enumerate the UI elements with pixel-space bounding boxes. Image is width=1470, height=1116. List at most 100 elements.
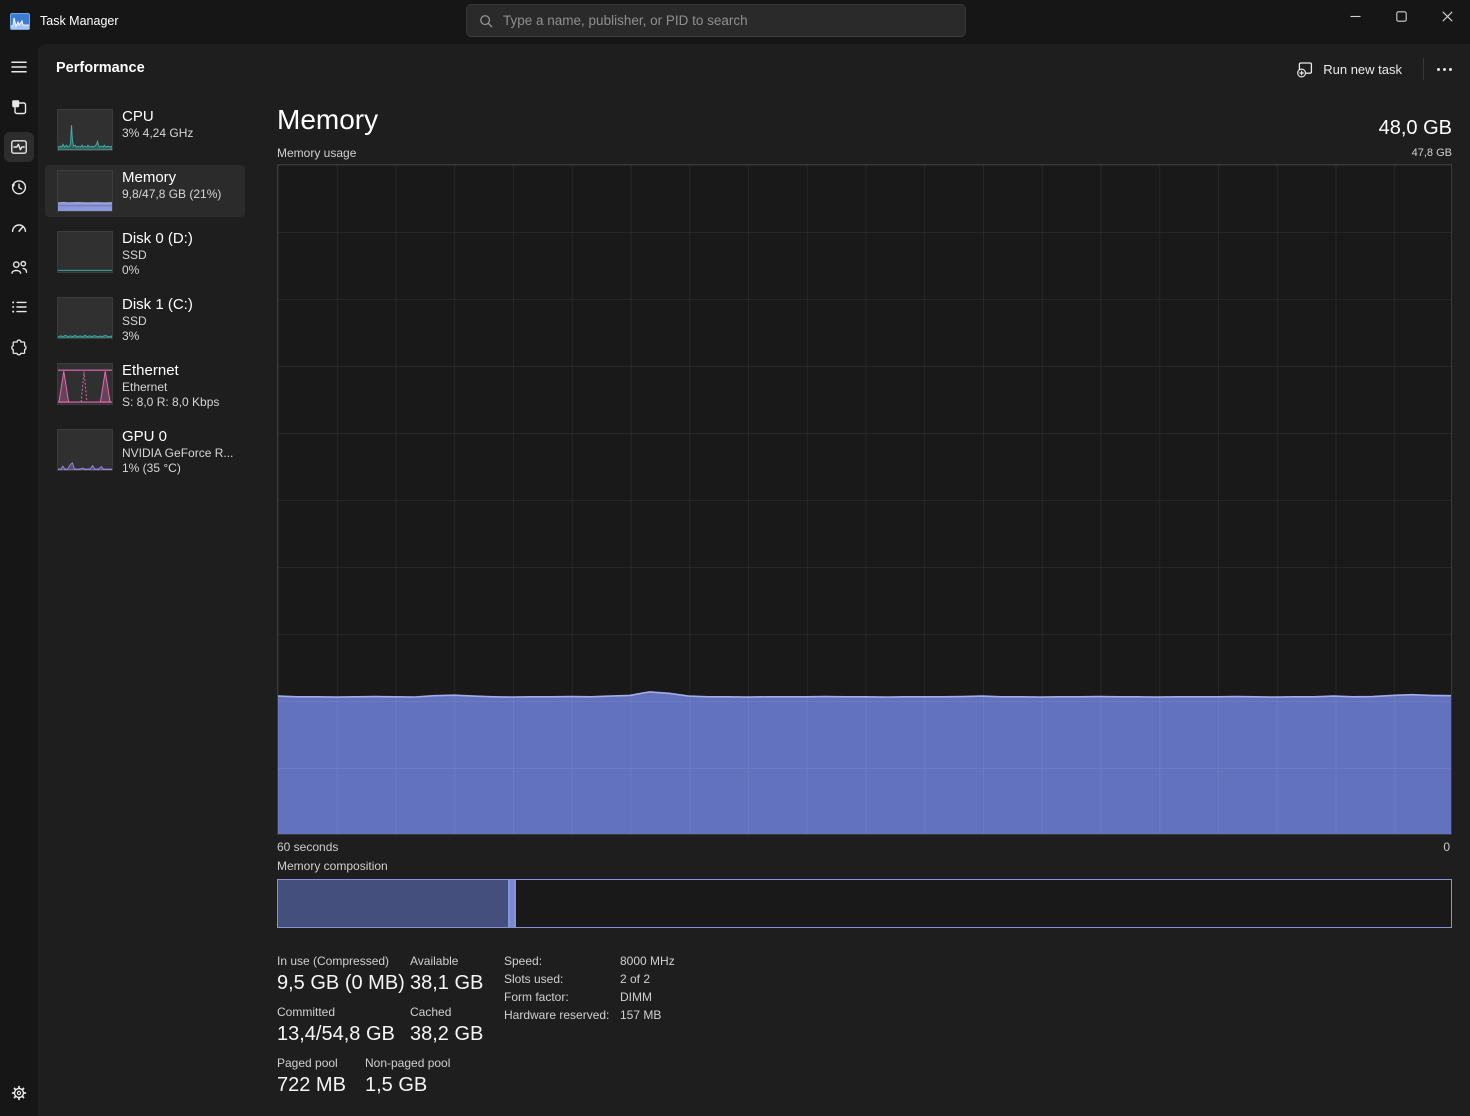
- minimize-icon: [1350, 11, 1361, 22]
- sidebar-item-cpu[interactable]: CPU 3% 4,24 GHz: [45, 104, 245, 160]
- panel-title: Memory: [277, 104, 378, 136]
- search-box[interactable]: [466, 4, 966, 37]
- slots-used-label: Slots used:: [504, 972, 563, 986]
- nav-users[interactable]: [4, 252, 34, 282]
- settings-button[interactable]: [4, 1078, 34, 1108]
- cpu-mini-graph: [57, 109, 113, 151]
- run-new-task-label: Run new task: [1323, 62, 1402, 77]
- search-input[interactable]: [503, 13, 953, 28]
- nav-performance[interactable]: [4, 132, 34, 162]
- close-icon: [1442, 11, 1453, 22]
- composition-segment-in-use[interactable]: [278, 880, 510, 927]
- run-new-task-button[interactable]: Run new task: [1286, 54, 1412, 84]
- startup-apps-icon: [9, 217, 29, 237]
- memory-composition-bar[interactable]: [277, 879, 1452, 928]
- available-value: 38,1 GB: [410, 972, 483, 995]
- sidebar-item-stat: 0%: [122, 263, 193, 278]
- cached-value: 38,2 GB: [410, 1023, 483, 1046]
- processes-icon: [9, 97, 29, 117]
- nav-details[interactable]: [4, 292, 34, 322]
- services-icon: [9, 337, 29, 357]
- in-use-value: 9,5 GB (0 MB): [277, 972, 405, 995]
- close-button[interactable]: [1424, 0, 1470, 32]
- slots-used-value: 2 of 2: [620, 972, 650, 986]
- nav-startup-apps[interactable]: [4, 212, 34, 242]
- nav-app-history[interactable]: [4, 172, 34, 202]
- sidebar-item-title: Disk 0 (D:): [122, 229, 193, 248]
- memory-mini-graph: [57, 170, 113, 212]
- sidebar-item-stat: 3% 4,24 GHz: [122, 126, 193, 141]
- paged-pool-value: 722 MB: [277, 1074, 346, 1097]
- sidebar-item-stat: 1% (35 °C): [122, 461, 233, 476]
- task-manager-window: Task Manager: [0, 0, 1470, 1116]
- chart-time-axis-right: 0: [1443, 840, 1450, 854]
- available-label: Available: [410, 954, 458, 968]
- cached-label: Cached: [410, 1005, 451, 1019]
- memory-total-capacity: 48,0 GB: [1379, 117, 1452, 140]
- sidebar-item-type: NVIDIA GeForce R...: [122, 446, 233, 461]
- form-factor-value: DIMM: [620, 990, 652, 1004]
- minimize-button[interactable]: [1332, 0, 1378, 32]
- chart-time-axis-left: 60 seconds: [277, 840, 338, 854]
- navigation-rail: [0, 44, 38, 1116]
- sidebar-item-disk1[interactable]: Disk 1 (C:) SSD 3%: [45, 292, 245, 354]
- details-icon: [9, 297, 29, 317]
- run-new-task-icon: [1296, 60, 1314, 78]
- committed-label: Committed: [277, 1005, 335, 1019]
- menu-button[interactable]: [4, 52, 34, 82]
- more-options-button[interactable]: [1430, 58, 1458, 80]
- disk0-mini-graph: [57, 231, 113, 273]
- window-title: Task Manager: [40, 14, 119, 28]
- hardware-reserved-label: Hardware reserved:: [504, 1008, 609, 1022]
- more-options-icon: [1449, 68, 1452, 71]
- committed-value: 13,4/54,8 GB: [277, 1023, 395, 1046]
- task-manager-app-icon: [10, 13, 30, 30]
- sidebar-item-title: CPU: [122, 107, 193, 126]
- sidebar-item-title: GPU 0: [122, 427, 233, 446]
- paged-pool-label: Paged pool: [277, 1056, 338, 1070]
- maximize-button[interactable]: [1378, 0, 1424, 32]
- gpu-mini-graph: [57, 429, 113, 471]
- users-icon: [9, 257, 29, 277]
- nonpaged-pool-value: 1,5 GB: [365, 1074, 427, 1097]
- sidebar-item-title: Ethernet: [122, 361, 219, 380]
- speed-value: 8000 MHz: [620, 954, 675, 968]
- sidebar-item-type: SSD: [122, 248, 193, 263]
- chart-scale-max: 47,8 GB: [1412, 147, 1452, 159]
- memory-usage-label: Memory usage: [277, 146, 356, 160]
- sidebar-item-stat: S: 8,0 R: 8,0 Kbps: [122, 395, 219, 410]
- app-history-icon: [9, 177, 29, 197]
- nav-services[interactable]: [4, 332, 34, 362]
- ethernet-mini-graph: [57, 363, 113, 405]
- more-options-icon: [1437, 68, 1440, 71]
- sidebar-item-stat: 9,8/47,8 GB (21%): [122, 187, 221, 202]
- sidebar-item-disk0[interactable]: Disk 0 (D:) SSD 0%: [45, 226, 245, 288]
- performance-icon: [9, 137, 29, 157]
- settings-icon: [9, 1083, 29, 1103]
- in-use-label: In use (Compressed): [277, 954, 389, 968]
- sidebar-item-gpu0[interactable]: GPU 0 NVIDIA GeForce R... 1% (35 °C): [45, 424, 245, 486]
- sidebar-item-stat: 3%: [122, 329, 193, 344]
- disk1-mini-graph: [57, 297, 113, 339]
- hardware-reserved-value: 157 MB: [620, 1008, 661, 1022]
- memory-composition-label: Memory composition: [277, 859, 388, 873]
- menu-icon: [9, 57, 29, 77]
- sidebar-item-memory[interactable]: Memory 9,8/47,8 GB (21%): [45, 165, 245, 217]
- memory-usage-chart: [277, 164, 1452, 835]
- sidebar-item-type: Ethernet: [122, 380, 219, 395]
- form-factor-label: Form factor:: [504, 990, 569, 1004]
- composition-segment-free[interactable]: [516, 880, 1451, 927]
- nav-processes[interactable]: [4, 92, 34, 122]
- sidebar-item-title: Disk 1 (C:): [122, 295, 193, 314]
- sidebar-item-type: SSD: [122, 314, 193, 329]
- more-options-icon: [1443, 68, 1446, 71]
- search-icon: [479, 14, 493, 28]
- titlebar: Task Manager: [0, 0, 1470, 44]
- maximize-icon: [1396, 11, 1407, 22]
- sidebar-item-ethernet[interactable]: Ethernet Ethernet S: 8,0 R: 8,0 Kbps: [45, 358, 245, 420]
- sidebar-item-title: Memory: [122, 168, 221, 187]
- speed-label: Speed:: [504, 954, 542, 968]
- header-divider: [1423, 58, 1424, 80]
- nonpaged-pool-label: Non-paged pool: [365, 1056, 450, 1070]
- page-title: Performance: [56, 60, 145, 76]
